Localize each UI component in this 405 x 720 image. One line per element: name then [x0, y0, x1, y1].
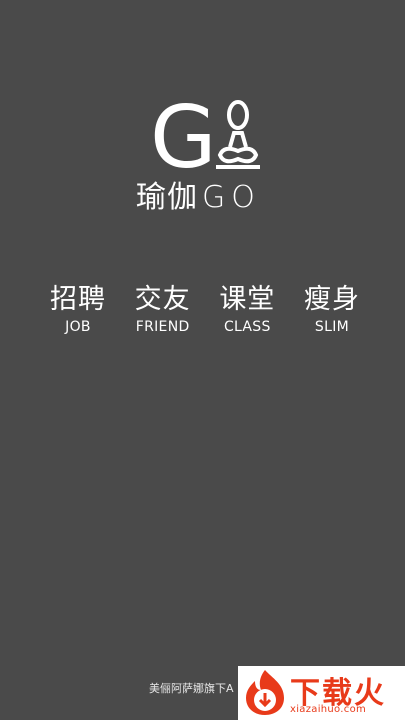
- feature-slim: 瘦身 SLIM: [294, 282, 370, 336]
- brand-name-cn: 瑜伽: [136, 180, 198, 215]
- feature-list: 招聘 JOB 交友 FRIEND 课堂 CLASS 瘦身 SLIM: [40, 282, 370, 336]
- flame-download-icon: [246, 670, 284, 715]
- feature-label-cn: 课堂: [219, 284, 276, 315]
- feature-label-en: FRIEND: [135, 319, 190, 335]
- feature-label-en: JOB: [65, 319, 91, 335]
- feature-job: 招聘 JOB: [40, 282, 116, 336]
- feature-label-cn: 瘦身: [303, 284, 360, 315]
- feature-label-en: SLIM: [314, 319, 350, 335]
- meditation-figure-icon: [216, 100, 260, 169]
- feature-label-cn: 招聘: [50, 284, 106, 315]
- feature-label-cn: 交友: [134, 284, 191, 315]
- feature-class: 课堂 CLASS: [209, 282, 285, 336]
- feature-label-en: CLASS: [223, 319, 271, 335]
- brand-name: 瑜伽 GO: [136, 172, 261, 216]
- logo-letter: G: [150, 95, 217, 175]
- footer-company-text: 美俪阿萨娜旗下A: [149, 682, 234, 695]
- feature-friend: 交友 FRIEND: [125, 282, 201, 336]
- watermark-url: xiazaihuo.com: [290, 704, 367, 715]
- yoga-go-logo: G: [150, 95, 260, 175]
- brand-name-en: GO: [202, 180, 261, 215]
- watermark-logo: 下载火 xiazaihuo.com: [238, 666, 405, 720]
